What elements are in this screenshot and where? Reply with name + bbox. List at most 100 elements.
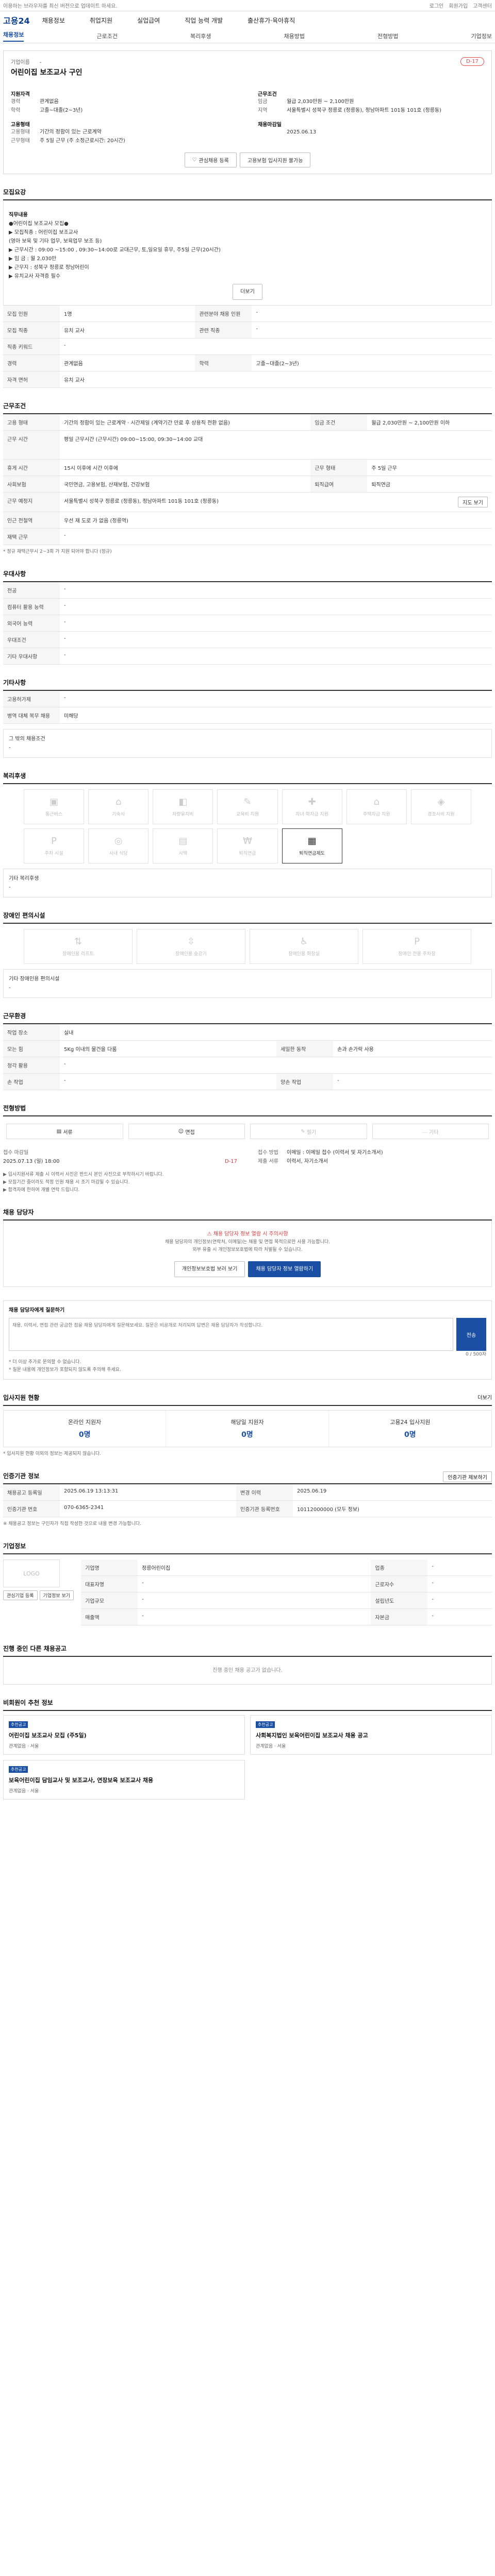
cell: 월급 2,030만원 ~ 2,100만원 이하 [367,414,492,431]
kv-value: 주 5일 근무 (주 소정근로시간: 20시간) [40,138,125,144]
nav-item-training[interactable]: 직업 능력 개발 [185,16,223,25]
tab-conditions[interactable]: 근로조건 [97,32,118,40]
map-button[interactable]: 지도 보기 [458,497,488,507]
nav-item-unemployment[interactable]: 실업급여 [137,16,160,25]
rec-card-title: 보육어린이집 담임교사 및 보조교사, 연장보육 보조교사 채용 [9,1777,154,1784]
tab-recruit[interactable]: 채용정보 [3,30,24,42]
cell-head: 세밀한 동작 [276,1040,334,1057]
site-logo[interactable]: 고용24 [3,14,30,26]
days-value: D-17 [224,1159,237,1164]
cell: - [60,631,492,648]
summary-row: 제출 서류 이력서, 자기소개서 [258,1157,492,1166]
stat-item: 해당일 지원자 0명 [166,1411,329,1447]
work-condition-label: 근무조건 [258,92,277,97]
date-value: 2025.07.13 (일) 18:00 [3,1159,60,1164]
duty-title: 모집요강 [3,188,492,200]
pension-icon: ₩ [243,836,252,846]
agency-title: 인증기관 정보 인증기관 제보하기 [3,1471,492,1484]
cell-head: 모는 힘 [3,1040,60,1057]
welfare-other-value: - [9,885,11,890]
rec-card[interactable]: 추천공고 어린이집 보조교사 모집 (주5일) 관계없음 · 서울 [3,1715,245,1755]
kv-value: 이메일 : 이메일 접수 (이력서 및 자기소개서) [287,1150,383,1156]
signup-link[interactable]: 회원가입 [449,2,468,9]
nav-item-jobs[interactable]: 채용정보 [42,16,65,25]
table-row: 근무 예정지 서울특별시 성북구 정릉로 (정릉동), 정남아파트 101동 10… [3,492,492,512]
method-document: ▤ 서류 [6,1124,123,1139]
cell-head: 모집 인원 [3,306,60,322]
method-written: ✎ 필기 [250,1124,367,1139]
login-link[interactable]: 로그인 [430,2,444,9]
duty-line: ▶ 모집직종 : 어린이집 보조교사 [9,230,78,235]
etc-table: 고용허가제 - 병역 대체 복무 채용 미해당 [3,691,492,724]
method-list: ▤ 서류 ☺ 면접 ✎ 필기 … 기타 [3,1116,492,1146]
welfare-label: 기숙사 [112,812,125,817]
follow-company-button[interactable]: 관심기업 등록 [3,1590,38,1600]
inquiry-title: 채용 담당자에게 질문하기 [9,1308,65,1313]
site-header: 고용24 채용정보 취업지원 실업급여 직업 능력 개발 출산휴가·육아휴직 [0,11,495,29]
agency-table: 채용공고 등록일 2025.06.19 13:13:31 변경 이력 2025.06.… [3,1484,492,1517]
tab-company[interactable]: 기업정보 [471,32,492,40]
kv-value: 관계없음 [40,99,59,105]
cell: 주 5일 근무 [367,459,492,476]
cell-head: 청각 활용 [3,1057,60,1074]
cell: - [138,1608,371,1625]
inquiry-input[interactable] [9,1318,453,1351]
cell: 2025.06.19 13:13:31 [60,1484,237,1501]
manager-title: 채용 담당자 [3,1208,492,1221]
stat-label: 온라인 지원자 [68,1419,102,1426]
welfare-item: ₩ 퇴직연금 [217,828,278,863]
tab-method[interactable]: 채용방법 [284,32,305,40]
nav-item-leave[interactable]: 출산휴가·육아휴직 [248,16,295,25]
privacy-law-button[interactable]: 개인정보보호법 보러 보기 [174,1261,245,1277]
car-icon: ◧ [178,796,188,807]
help-link[interactable]: 고객센터 [473,2,492,9]
note-line: ▶ 입사지원서류 제출 시 이력서 사진은 반드시 본인 사진으로 부착하시기 … [3,1172,164,1177]
inquiry-note: * 질문 내용에 개인정보가 포함되지 않도록 주의해 주세요. [9,1367,121,1372]
more-button[interactable]: 더보기 [233,284,262,300]
rec-card-title: 어린이집 보조교사 모집 (주5일) [9,1732,87,1739]
cell: - [252,306,492,322]
agency-report-button[interactable]: 인증기관 제보하기 [443,1471,492,1482]
welfare-label: 퇴직연금제도 [299,851,325,856]
rec-card[interactable]: 추천공고 보육어린이집 담임교사 및 보조교사, 연장보육 보조교사 채용 관계없음… [3,1760,245,1800]
table-row: 직종 키워드 - [3,338,492,355]
manager-section: 채용 담당자 ⚠ 채용 담당자 정보 열람 시 주의사항 채용 담당자의 개인정… [0,1208,495,1287]
nav-item-employment-support[interactable]: 취업지원 [90,16,112,25]
cell: 유치 교사 [60,321,195,338]
stats-title-text: 입사지원 현황 [3,1394,40,1401]
welfare-label: 자녀 학자금 지원 [295,812,328,817]
method-interview: ☺ 면접 [128,1124,245,1139]
cell-head: 작업 장소 [3,1024,60,1041]
apply-disabled-button[interactable]: 고용보험 입사지원 불가능 [239,152,311,167]
method-label: 기타 [429,1129,439,1136]
tab-screening[interactable]: 전형방법 [377,32,398,40]
rec-card[interactable]: 추천공고 사회복지법인 보육어린이집 보조교사 채용 공고 관계없음 · 서울 [250,1715,492,1755]
kv-value: 고졸~대졸(2~3년) [40,108,83,113]
rec-grid: 추천공고 어린이집 보조교사 모집 (주5일) 관계없음 · 서울 추천공고 사회복지… [3,1715,492,1800]
view-manager-button[interactable]: 채용 담당자 정보 열람하기 [248,1261,321,1277]
table-row: 휴게 시간 15시 이후에 시간 이후에 근무 형태 주 5일 근무 [3,459,492,476]
stat-value: 0명 [78,1431,91,1439]
place-section: 근무환경 작업 장소 실내 모는 힘 5Kg 이내의 물건을 다룸 세밀한 동작 손과 … [0,1011,495,1090]
stat-value: 0명 [241,1431,253,1439]
method-date-block: 접수 마감일 2025.07.13 (일) 18:00 D-17 [3,1148,237,1166]
cell-head: 양손 작업 [276,1073,334,1090]
rec-badge: 추천공고 [9,1721,28,1728]
duty-section: 모집요강 직무내용 ●어린이집 보조교사 모집● ▶ 모집직종 : 어린이집 보… [0,188,495,388]
send-button[interactable]: 전송 [456,1318,486,1351]
cell-head: 기타 우대사항 [3,648,60,665]
cell-head: 근무 형태 [310,459,368,476]
company-body: LOGO 관심기업 등록 기업정보 보기 기업명 정릉어린이집 업종 - 대표자명 - 근… [3,1554,492,1631]
scrap-button[interactable]: ♡ 관심채용 등록 [184,152,237,167]
kv-key: 제출 서류 [258,1159,278,1164]
tab-welfare[interactable]: 복리후생 [190,32,211,40]
welfare-other-label: 기타 복리후생 [9,876,39,882]
method-title: 전형방법 [3,1104,492,1116]
company-info-button[interactable]: 기업정보 보기 [39,1590,74,1600]
manager-actions: 개인정보보호법 보러 보기 채용 담당자 정보 열람하기 [13,1261,482,1277]
manager-desc: 외부 유출 시 개인정보보호법에 따라 처벌될 수 있습니다. [192,1247,303,1252]
kv-key: 고용형태 [11,129,30,135]
welfare-label: 주차 시설 [44,851,63,856]
stats-more-link[interactable]: 더보기 [477,1393,492,1401]
parking-icon: P [414,936,420,947]
